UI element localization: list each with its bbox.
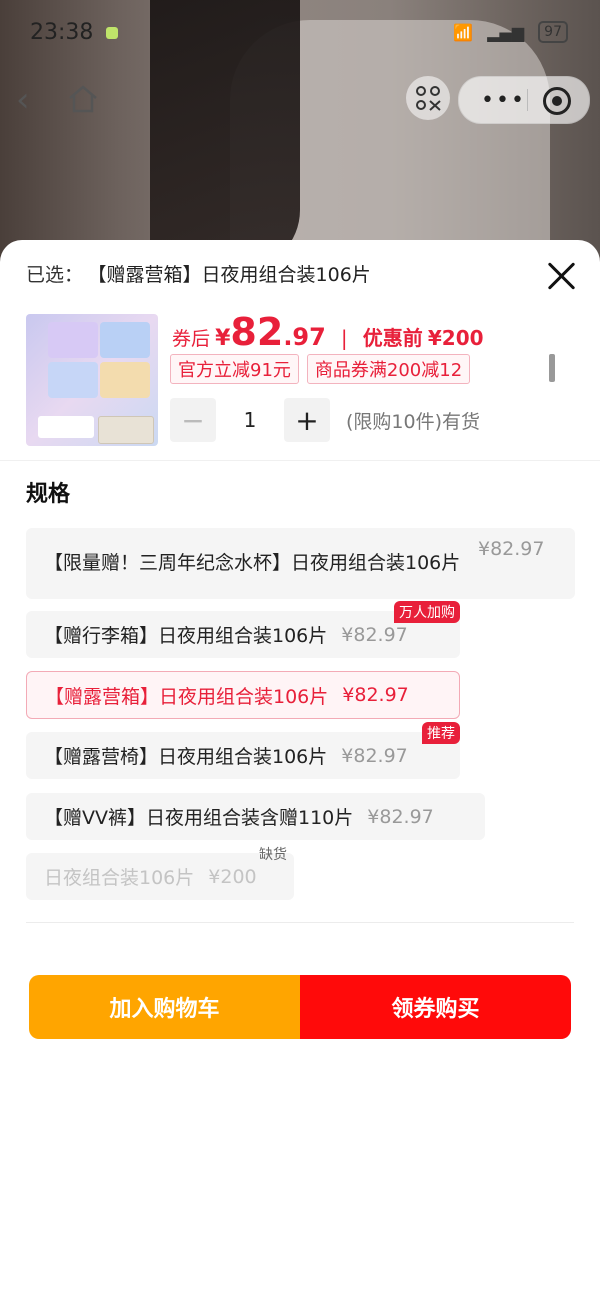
spec-option-name: 【赠VV裤】日夜用组合装含赠110片: [44, 807, 354, 829]
price-before-label: 优惠前: [362, 326, 423, 350]
product-thumbnail[interactable]: [26, 314, 158, 446]
spec-option-price: ¥82.97: [367, 805, 434, 828]
status-indicators: 📶 ▂▄▆ 97: [453, 21, 568, 43]
watermark: 线报 anbao.fun: [354, 1243, 479, 1263]
spec-option-name: 【赠行李箱】日夜用组合装106片: [44, 625, 328, 647]
spec-option-price: ¥82.97: [342, 684, 409, 706]
thumb-pack-3: [48, 362, 98, 398]
selected-value: 【赠露营箱】日夜用组合装106片: [97, 264, 371, 286]
coupon-list: 官方立减91元 商品券满200减12: [170, 354, 471, 384]
spec-option-badge: 缺货: [259, 847, 287, 863]
price-before-value: ¥200: [427, 326, 484, 350]
divider: [0, 460, 600, 461]
close-icon[interactable]: [546, 260, 578, 292]
spec-option[interactable]: 【赠VV裤】日夜用组合装含赠110片 ¥82.97: [26, 793, 485, 840]
action-bar: 加入购物车 领券购买: [29, 975, 571, 1039]
stock-note: (限购10件)有货: [346, 410, 481, 433]
price-row: 券后 ¥82.97 | 优惠前 ¥200: [172, 310, 484, 354]
spec-option-price: ¥82.97: [341, 744, 408, 767]
spec-option-price: ¥82.97: [478, 538, 545, 560]
coupon-goods[interactable]: 商品券满200减12: [306, 354, 471, 384]
spec-option[interactable]: 【赠露营椅】日夜用组合装106片 ¥82.97 推荐: [26, 722, 460, 779]
quantity-value[interactable]: 1: [216, 408, 284, 432]
coupon-official[interactable]: 官方立减91元: [170, 354, 299, 384]
spec-option-disabled[interactable]: 日夜组合装106片 ¥200 缺货: [26, 847, 294, 900]
price-integer: 82: [230, 310, 284, 354]
price-yen: ¥: [215, 326, 231, 351]
spec-option[interactable]: 【限量赠！三周年纪念水杯】日夜用组合装106片 ¥82.97: [26, 528, 575, 599]
spec-option-price: ¥200: [208, 865, 257, 888]
quantity-minus-button[interactable]: −: [170, 398, 216, 442]
spec-option-price: ¥82.97: [341, 623, 408, 646]
spec-option-selected[interactable]: 【赠露营箱】日夜用组合装106片 ¥82.97: [26, 671, 460, 719]
navbar: ‹ •••: [0, 70, 600, 130]
status-bar: 23:38 📶 ▂▄▆ 97: [0, 0, 600, 68]
add-to-cart-button[interactable]: 加入购物车: [29, 975, 300, 1039]
quantity-plus-button[interactable]: +: [284, 398, 330, 442]
home-icon[interactable]: [66, 82, 100, 116]
battery-icon: 97: [538, 21, 568, 43]
sku-sheet: 已选： 【赠露营箱】日夜用组合装106片 券后 ¥82.97 | 优惠前 ¥200…: [0, 240, 600, 1295]
thumb-gift-box: [98, 416, 154, 444]
divider: [26, 922, 574, 923]
status-time: 23:38: [30, 20, 94, 45]
price-decimal: .97: [283, 323, 326, 351]
spec-title: 规格: [26, 482, 71, 507]
spec-option-name: 【赠露营箱】日夜用组合装106片: [45, 685, 329, 708]
thumb-tag: [38, 416, 94, 438]
back-icon[interactable]: ‹: [16, 80, 30, 120]
scan-icon[interactable]: [406, 76, 450, 120]
spec-option-badge: 万人加购: [394, 601, 460, 623]
spec-option-name: 日夜组合装106片: [44, 867, 195, 889]
buy-with-coupon-button[interactable]: 领券购买: [300, 975, 571, 1039]
selected-prefix: 已选：: [26, 264, 84, 286]
wifi-icon: 📶: [453, 22, 474, 42]
thumb-pack-1: [48, 322, 98, 358]
thumb-pack-2: [100, 322, 150, 358]
spec-option-badge: 推荐: [422, 722, 460, 744]
spec-option-name: 【限量赠！三周年纪念水杯】日夜用组合装106片: [44, 552, 461, 574]
spec-option-name: 【赠露营椅】日夜用组合装106片: [44, 746, 328, 768]
status-app-dot: [106, 27, 118, 39]
price-after-label: 券后: [172, 328, 211, 350]
more-icon[interactable]: •••: [481, 88, 526, 113]
signal-icon: ▂▄▆: [487, 22, 525, 42]
price-divider: |: [340, 326, 348, 350]
scan-glyph: [416, 86, 441, 111]
capsule-menu[interactable]: •••: [458, 76, 590, 124]
spec-option[interactable]: 【赠行李箱】日夜用组合装106片 ¥82.97 万人加购: [26, 601, 460, 658]
selected-summary: 已选： 【赠露营箱】日夜用组合装106片: [26, 260, 371, 287]
thumb-pack-4: [100, 362, 150, 398]
coupon-scrollbar[interactable]: [549, 354, 555, 382]
quantity-stepper: − 1 + (限购10件)有货: [170, 398, 480, 442]
capsule-separator: [527, 89, 528, 111]
close-miniprogram-icon[interactable]: [543, 87, 571, 115]
